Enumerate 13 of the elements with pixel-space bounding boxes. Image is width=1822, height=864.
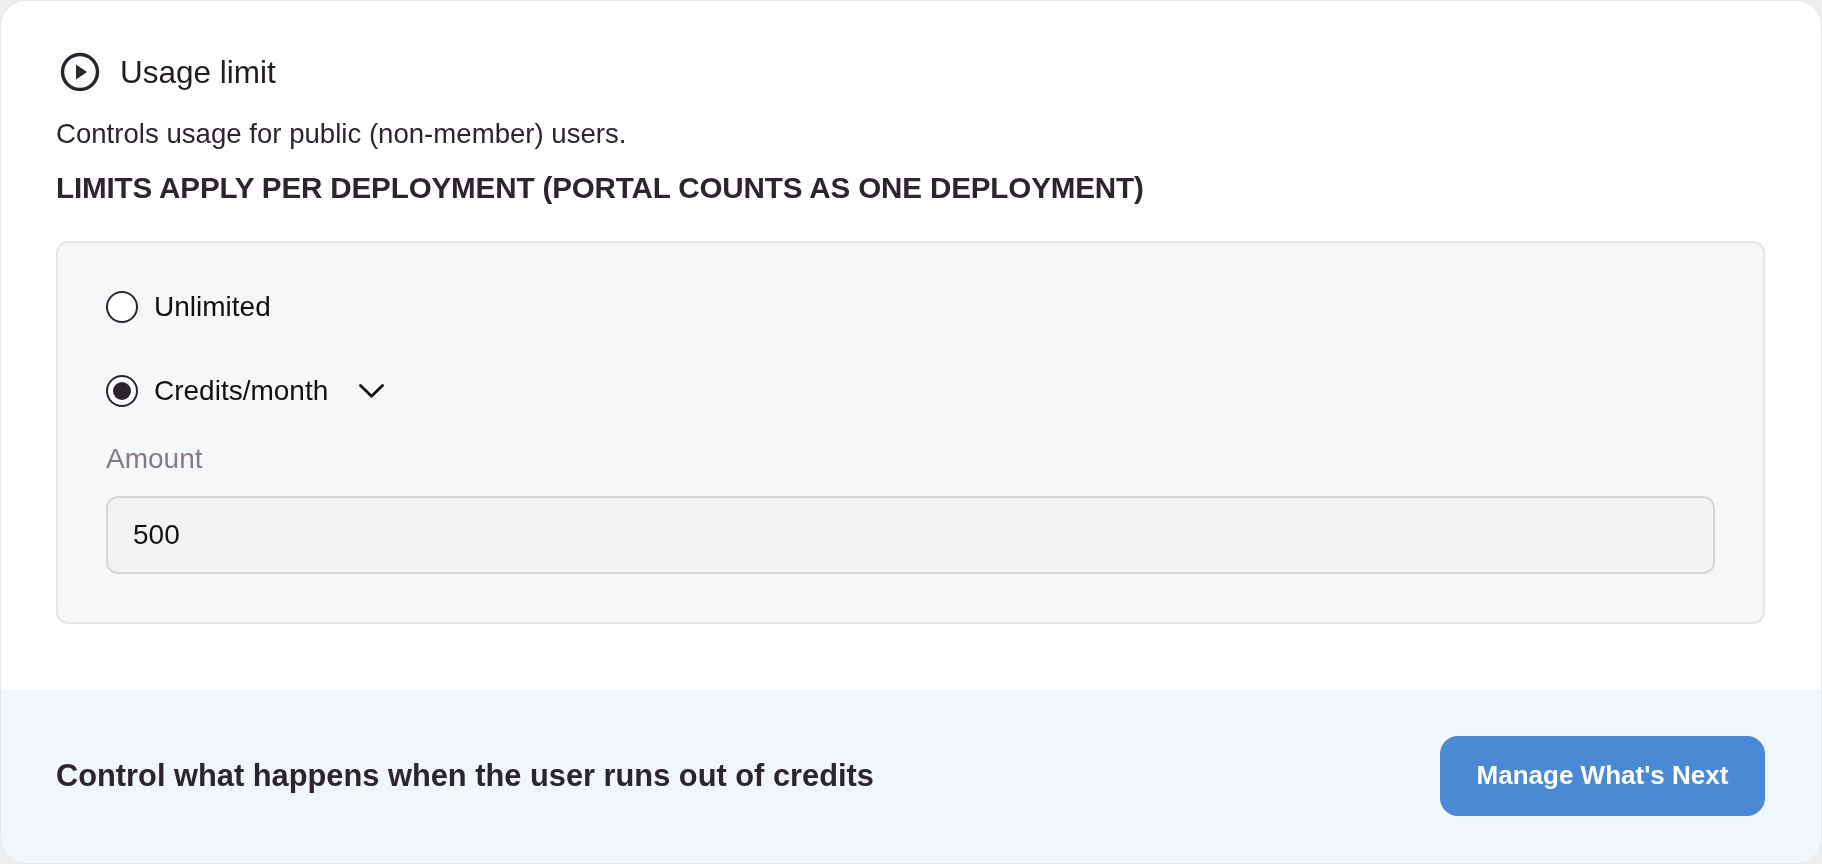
section-description: Controls usage for public (non-member) users. [56,117,627,151]
field-label: Amount [106,442,203,476]
radio-button[interactable] [106,375,138,407]
radio-button[interactable] [106,291,138,323]
amount-input[interactable]: 500 [106,496,1715,574]
radio-label: Credits/month [154,374,329,408]
footer-message: Control what happens when the user runs out of credits [56,756,874,795]
manage-button[interactable]: Manage What's Next [1440,735,1765,816]
section-title: Usage limit [120,53,276,92]
limits-note: LIMITS APPLY PER DEPLOYMENT (PORTAL COUNTS AS ONE DEPLOYMENT) [56,170,1144,206]
play-circle-icon [60,52,100,92]
chevron-down-icon[interactable] [359,384,385,398]
radio-label: Unlimited [154,290,271,324]
